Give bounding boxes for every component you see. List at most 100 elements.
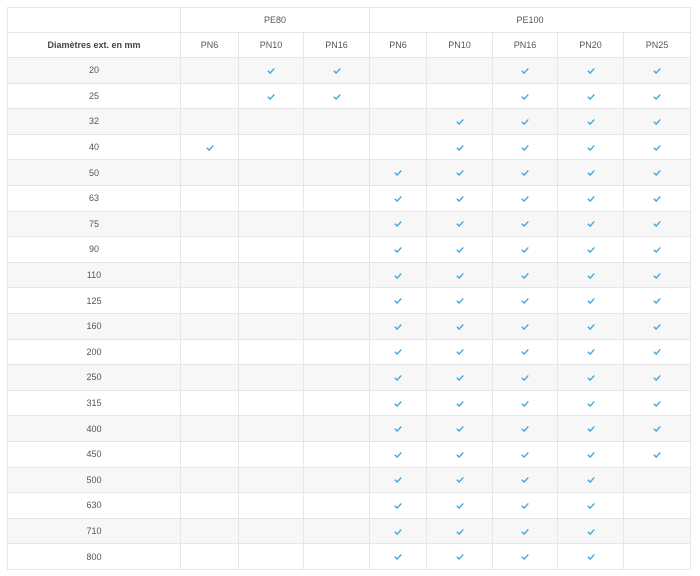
compat-cell — [302, 210, 371, 238]
compat-cell — [302, 492, 371, 519]
checkmark-icon — [653, 195, 661, 203]
compat-cell — [426, 82, 494, 110]
checkmark-icon — [586, 323, 595, 331]
compat-cell — [623, 543, 692, 570]
checkmark-icon — [455, 374, 464, 382]
checkmark-icon — [586, 476, 595, 484]
table-row: 315 — [7, 389, 692, 417]
diameter-cell: 63 — [7, 184, 181, 212]
checkmark-icon — [394, 553, 402, 561]
compat-cell — [557, 57, 625, 84]
compat-cell — [426, 57, 494, 84]
compat-cell — [557, 133, 625, 161]
checkmark-icon — [586, 348, 595, 356]
diameter-header: Diamètres ext. en mm — [7, 32, 181, 58]
checkmark-icon — [653, 272, 661, 280]
checkmark-icon — [653, 425, 661, 433]
compat-cell — [557, 108, 625, 135]
compat-cell — [238, 210, 304, 238]
checkmark-icon — [521, 400, 529, 408]
column-header-pe80-pn10: PN10 — [238, 32, 304, 58]
compat-cell — [492, 466, 559, 494]
checkmark-icon — [455, 118, 464, 126]
checkmark-icon — [653, 118, 661, 126]
checkmark-icon — [455, 323, 464, 331]
compat-cell — [623, 57, 692, 84]
checkmark-icon — [521, 195, 529, 203]
compat-cell — [180, 159, 239, 186]
checkmark-icon — [455, 476, 464, 484]
compat-cell — [557, 287, 625, 314]
checkmark-icon — [455, 425, 464, 433]
compat-cell — [180, 364, 239, 391]
compat-cell — [238, 517, 304, 545]
compat-cell — [369, 133, 428, 161]
table-row: 800 — [7, 543, 692, 570]
compat-cell — [238, 338, 304, 366]
checkmark-icon — [653, 169, 661, 177]
header-empty-cell — [7, 7, 181, 33]
checkmark-icon — [653, 144, 661, 152]
checkmark-icon — [455, 400, 464, 408]
compat-cell — [492, 364, 559, 391]
checkmark-icon — [394, 400, 402, 408]
checkmark-icon — [586, 118, 595, 126]
checkmark-icon — [521, 323, 529, 331]
table-row: 125 — [7, 287, 692, 314]
compat-cell — [623, 82, 692, 110]
compat-cell — [492, 210, 559, 238]
compat-cell — [238, 108, 304, 135]
checkmark-icon — [455, 451, 464, 459]
table-row: 25 — [7, 82, 692, 110]
checkmark-icon — [586, 169, 595, 177]
table-row: 20 — [7, 57, 692, 84]
checkmark-icon — [653, 220, 661, 228]
compat-cell — [369, 210, 428, 238]
diameter-cell: 250 — [7, 364, 181, 391]
checkmark-icon — [653, 400, 661, 408]
checkmark-icon — [394, 528, 402, 536]
compat-cell — [426, 312, 494, 340]
diameter-cell: 75 — [7, 210, 181, 238]
column-header-row: Diamètres ext. en mm PN6 PN10 PN16 PN6 P… — [7, 32, 692, 58]
checkmark-icon — [521, 348, 529, 356]
table-row: 160 — [7, 312, 692, 340]
compat-cell — [369, 108, 428, 135]
compat-cell — [623, 287, 692, 314]
compat-cell — [623, 466, 692, 494]
compat-cell — [238, 415, 304, 442]
table-row: 500 — [7, 466, 692, 494]
column-header-pe100-pn16: PN16 — [492, 32, 559, 58]
checkmark-icon — [455, 348, 464, 356]
compat-cell — [426, 389, 494, 417]
compat-cell — [557, 364, 625, 391]
diameter-cell: 450 — [7, 440, 181, 468]
compat-cell — [180, 440, 239, 468]
checkmark-icon — [521, 502, 529, 510]
checkmark-icon — [455, 297, 464, 305]
checkmark-icon — [586, 297, 595, 305]
checkmark-icon — [521, 272, 529, 280]
checkmark-icon — [521, 144, 529, 152]
checkmark-icon — [455, 528, 464, 536]
checkmark-icon — [521, 425, 529, 433]
compat-cell — [492, 312, 559, 340]
column-header-pe80-pn6: PN6 — [180, 32, 239, 58]
compat-cell — [238, 466, 304, 494]
compat-cell — [557, 492, 625, 519]
compat-cell — [238, 57, 304, 84]
compat-cell — [426, 415, 494, 442]
table-row: 630 — [7, 492, 692, 519]
checkmark-icon — [653, 93, 661, 101]
checkmark-icon — [332, 67, 341, 75]
compat-cell — [369, 492, 428, 519]
checkmark-icon — [394, 374, 402, 382]
checkmark-icon — [586, 272, 595, 280]
checkmark-icon — [394, 348, 402, 356]
checkmark-icon — [586, 195, 595, 203]
compat-cell — [426, 543, 494, 570]
compat-cell — [557, 440, 625, 468]
table-row: 40 — [7, 133, 692, 161]
checkmark-icon — [521, 374, 529, 382]
compat-cell — [180, 466, 239, 494]
